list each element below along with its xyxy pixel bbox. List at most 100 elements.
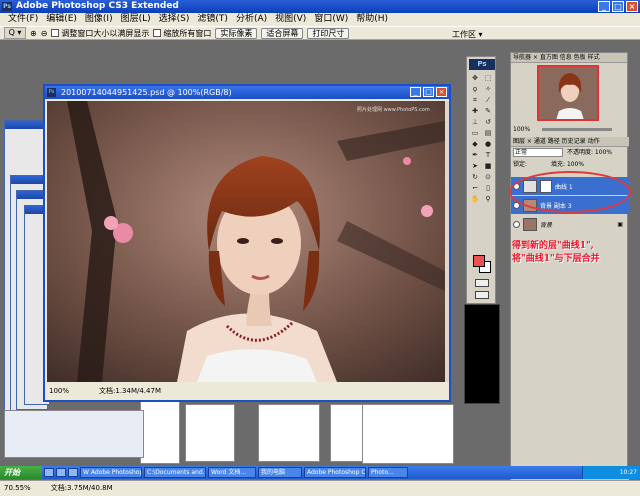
layer-row-background[interactable]: 背景 ▣ — [511, 215, 629, 233]
eye-icon[interactable] — [513, 220, 520, 228]
dodge-tool-icon[interactable]: ● — [482, 139, 494, 149]
zoom-in-icon[interactable]: ⊕ — [30, 29, 37, 38]
menu-select[interactable]: 选择(S) — [155, 13, 194, 26]
healing-brush-icon[interactable]: ✚ — [469, 106, 481, 116]
zoom-all-option[interactable]: 缩放所有窗口 — [153, 28, 211, 39]
taskbar-item[interactable]: 我的电脑 — [258, 467, 302, 478]
history-brush-icon[interactable]: ↺ — [482, 117, 494, 127]
slice-tool-icon[interactable]: ⁄ — [482, 95, 494, 105]
clone-stamp-icon[interactable]: ⊥ — [469, 117, 481, 127]
navigator-thumbnail[interactable] — [537, 65, 599, 121]
menu-file[interactable]: 文件(F) — [4, 13, 42, 26]
document-zoom[interactable]: 100% — [49, 386, 69, 396]
eraser-tool-icon[interactable]: ▭ — [469, 128, 481, 138]
print-size-button[interactable]: 打印尺寸 — [307, 27, 350, 39]
menu-analysis[interactable]: 分析(A) — [232, 13, 271, 26]
move-tool-icon[interactable]: ✥ — [469, 73, 481, 83]
status-doc-size: 文档:3.75M/40.8M — [50, 484, 113, 492]
notes-tool-icon[interactable]: ▯ — [482, 183, 494, 193]
3d-rotate-icon[interactable]: ↻ — [469, 172, 481, 182]
taskbar-item[interactable]: W Adobe Photoshop... — [80, 467, 142, 478]
menu-help[interactable]: 帮助(H) — [352, 13, 392, 26]
status-zoom[interactable]: 70.55% — [4, 481, 31, 496]
blend-mode-select[interactable]: 正常 — [513, 148, 563, 157]
taskbar-item[interactable]: Word 文档... — [208, 467, 256, 478]
path-select-icon[interactable]: ➤ — [469, 161, 481, 171]
navigator-tabs[interactable]: 导航器 × 直方图 信息 色板 样式 — [511, 53, 627, 63]
layer-blend-row: 正常 不透明度: 100% — [511, 147, 629, 159]
taskbar-item[interactable]: Photo... — [368, 467, 408, 478]
shape-tool-icon[interactable]: ■ — [482, 161, 494, 171]
menu-window[interactable]: 窗口(W) — [310, 13, 352, 26]
type-tool-icon[interactable]: T — [482, 150, 494, 160]
magic-wand-icon[interactable]: ✧ — [482, 84, 494, 94]
fill-label[interactable]: 填充: 100% — [551, 159, 584, 171]
system-tray-clock[interactable]: 10:27 — [582, 466, 640, 479]
minimize-button[interactable]: _ — [598, 1, 610, 12]
resize-windows-option[interactable]: 调整窗口大小以满屏显示 — [51, 28, 149, 39]
window-controls: _ □ × — [598, 1, 638, 12]
pen-tool-icon[interactable]: ✒ — [469, 150, 481, 160]
eyedropper-icon[interactable]: ⌐ — [469, 183, 481, 193]
menu-view[interactable]: 视图(V) — [271, 13, 310, 26]
menu-layer[interactable]: 图层(L) — [117, 13, 155, 26]
start-button[interactable]: 开始 — [0, 466, 42, 479]
screen-mode-icon[interactable] — [475, 291, 489, 299]
panel-dock-area — [464, 304, 500, 404]
document-title-bar[interactable]: Ps 20100714044951425.psd @ 100%(RGB/8) _… — [45, 86, 449, 99]
menu-image[interactable]: 图像(I) — [81, 13, 117, 26]
background-doc-window[interactable] — [258, 404, 320, 462]
vertical-scrollbar[interactable] — [445, 101, 449, 382]
brush-tool-icon[interactable]: ✎ — [482, 106, 494, 116]
quick-launch-icon[interactable] — [56, 468, 66, 477]
document-window[interactable]: Ps 20100714044951425.psd @ 100%(RGB/8) _… — [43, 84, 451, 402]
navigator-zoom-value: 100% — [513, 126, 531, 133]
quick-launch-icon[interactable] — [44, 468, 54, 477]
layer-lock-row: 锁定: 填充: 100% — [511, 159, 629, 171]
annotation-line-1: 得到新的层"曲线1", — [512, 241, 594, 251]
gradient-tool-icon[interactable]: ▤ — [482, 128, 494, 138]
quick-mask-icon[interactable] — [475, 279, 489, 287]
right-panel-dock: 导航器 × 直方图 信息 色板 样式 100% 图层 × 通道 路径 历史记录 … — [510, 52, 629, 492]
navigator-zoom[interactable]: 100% — [513, 125, 625, 134]
maximize-button[interactable]: □ — [612, 1, 624, 12]
lock-label: 锁定: — [513, 161, 528, 168]
taskbar-item[interactable]: Adobe Photoshop CS... — [304, 467, 366, 478]
app-title-bar: Ps Adobe Photoshop CS3 Extended _ □ × — [0, 0, 640, 13]
background-doc-window[interactable] — [185, 404, 235, 462]
quick-launch-icon[interactable] — [68, 468, 78, 477]
opacity-label[interactable]: 不透明度: 100% — [567, 147, 612, 159]
actual-pixels-button[interactable]: 实际像素 — [215, 27, 258, 39]
document-close-button[interactable]: × — [436, 87, 447, 97]
crop-tool-icon[interactable]: ⌗ — [469, 95, 481, 105]
blur-tool-icon[interactable]: ◆ — [469, 139, 481, 149]
background-doc-window[interactable] — [4, 410, 144, 458]
layers-tabs[interactable]: 图层 × 通道 路径 历史记录 动作 — [511, 137, 629, 147]
menu-bar: 文件(F) 编辑(E) 图像(I) 图层(L) 选择(S) 滤镜(T) 分析(A… — [0, 13, 640, 26]
taskbar-item[interactable]: C:\Documents and... — [144, 467, 206, 478]
image-canvas[interactable]: 照片处理网 www.PhotoPS.com — [47, 101, 445, 382]
foreground-color-swatch[interactable] — [473, 255, 485, 267]
fit-screen-button[interactable]: 适合屏幕 — [261, 27, 304, 39]
zoom-tool-preset[interactable]: Q ▾ — [4, 27, 26, 39]
hand-tool-icon[interactable]: ✋ — [469, 194, 481, 204]
close-button[interactable]: × — [626, 1, 638, 12]
checkbox[interactable] — [51, 29, 60, 37]
document-maximize-button[interactable]: □ — [423, 87, 434, 97]
photoshop-logo-icon: Ps — [47, 88, 56, 97]
zoom-slider[interactable] — [542, 128, 613, 131]
workspace-menu[interactable]: 工作区 ▾ — [452, 29, 500, 40]
marquee-tool-icon[interactable]: ⬚ — [482, 73, 494, 83]
menu-edit[interactable]: 编辑(E) — [42, 13, 81, 26]
layer-name: 背景 — [540, 221, 553, 229]
background-doc-window[interactable] — [362, 404, 454, 464]
lasso-tool-icon[interactable]: ϙ — [469, 84, 481, 94]
zoom-tool-icon[interactable]: ⚲ — [482, 194, 494, 204]
3d-orbit-icon[interactable]: ⊙ — [482, 172, 494, 182]
checkbox-label: 调整窗口大小以满屏显示 — [61, 28, 150, 38]
document-minimize-button[interactable]: _ — [410, 87, 421, 97]
menu-filter[interactable]: 滤镜(T) — [193, 13, 232, 26]
checkbox[interactable] — [153, 29, 162, 37]
zoom-out-icon[interactable]: ⊖ — [41, 29, 48, 38]
background-doc-window[interactable] — [140, 400, 180, 464]
